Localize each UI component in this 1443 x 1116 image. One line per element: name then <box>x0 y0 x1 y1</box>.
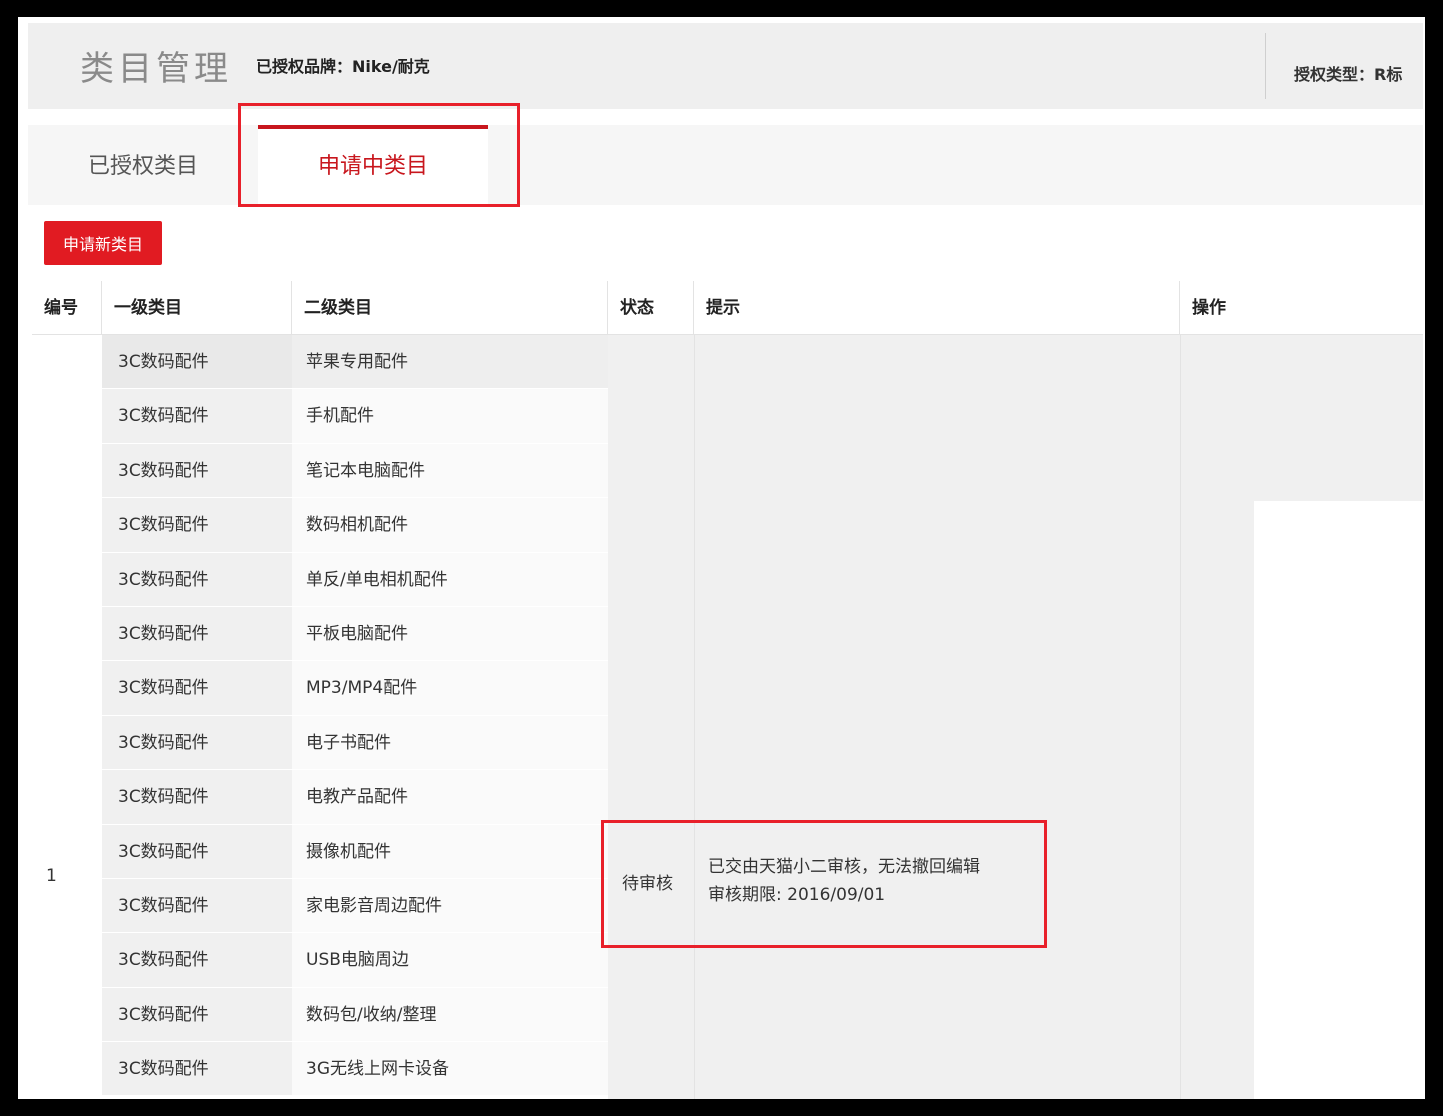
table-row: 3C数码配件 笔记本电脑配件 <box>102 443 608 499</box>
level1-category-cell: 3C数码配件 <box>102 770 292 824</box>
header-tip: 提示 <box>694 281 1180 335</box>
table-row: 3C数码配件 电教产品配件 <box>102 770 608 825</box>
table-row: 3C数码配件 平板电脑配件 <box>102 606 608 662</box>
tip-column-bg <box>694 335 1180 1099</box>
table-row: 3C数码配件 摄像机配件 <box>102 824 608 879</box>
header-status: 状态 <box>608 281 694 335</box>
level2-category-cell: 单反/单电相机配件 <box>306 569 448 590</box>
level2-category-cell: 摄像机配件 <box>306 841 391 862</box>
level2-category-cell: 家电影音周边配件 <box>306 895 442 916</box>
level1-category-cell: 3C数码配件 <box>102 661 292 715</box>
column-divider <box>1180 335 1181 1099</box>
table-row: 3C数码配件 单反/单电相机配件 <box>102 552 608 607</box>
table-row: 3C数码配件 苹果专用配件 <box>102 335 608 390</box>
header-level1-category: 一级类目 <box>102 281 292 335</box>
level1-category-cell: 3C数码配件 <box>102 878 292 933</box>
level1-category-cell: 3C数码配件 <box>102 933 292 987</box>
table-row: 3C数码配件 MP3/MP4配件 <box>102 661 608 716</box>
table-row: 3C数码配件 电子书配件 <box>102 715 608 771</box>
level1-category-cell: 3C数码配件 <box>102 389 292 443</box>
column-divider <box>694 335 695 1099</box>
table-row: 3C数码配件 手机配件 <box>102 389 608 444</box>
level2-category-cell: 笔记本电脑配件 <box>306 460 425 481</box>
row-id: 1 <box>46 866 57 886</box>
level1-category-cell: 3C数码配件 <box>102 1042 292 1096</box>
table-row: 3C数码配件 USB电脑周边 <box>102 933 608 988</box>
id-column-bg <box>32 335 102 1099</box>
table-row: 3C数码配件 3G无线上网卡设备 <box>102 1042 608 1097</box>
category-management-window: 类目管理 已授权品牌：Nike/耐克 授权类型：R标 已授权类目 申请中类目 申… <box>18 17 1425 1099</box>
status-column-bg <box>608 335 694 1099</box>
status-highlight-box <box>601 820 1047 948</box>
authorized-brand: 已授权品牌：Nike/耐克 <box>256 57 430 76</box>
table-header: 编号 一级类目 二级类目 状态 提示 操作 <box>32 281 1423 335</box>
level2-category-cell: 数码相机配件 <box>306 515 408 536</box>
table-row: 3C数码配件 数码相机配件 <box>102 498 608 553</box>
header-level2-category: 二级类目 <box>292 281 608 335</box>
operation-column-lower <box>1254 501 1423 1099</box>
level1-category-cell: 3C数码配件 <box>102 498 292 552</box>
header-divider <box>1265 33 1266 99</box>
tab-highlight-box <box>238 103 520 207</box>
level2-category-cell: 3G无线上网卡设备 <box>306 1059 449 1080</box>
category-table: 编号 一级类目 二级类目 状态 提示 操作 3C数码配件 苹果专用配件 3C数码配件… <box>32 281 1423 1099</box>
level1-category-cell: 3C数码配件 <box>102 715 292 770</box>
level2-category-cell: 手机配件 <box>306 406 374 427</box>
page-title: 类目管理 <box>80 49 232 89</box>
level1-category-cell: 3C数码配件 <box>102 824 292 878</box>
level2-category-cell: 数码包/收纳/整理 <box>306 1004 437 1025</box>
level1-category-cell: 3C数码配件 <box>102 606 292 661</box>
level1-category-cell: 3C数码配件 <box>102 987 292 1042</box>
level2-category-cell: 平板电脑配件 <box>306 623 408 644</box>
header-id: 编号 <box>32 281 102 335</box>
level1-category-cell: 3C数码配件 <box>102 552 292 606</box>
tab-authorized-categories[interactable]: 已授权类目 <box>58 125 228 205</box>
level2-category-cell: 电子书配件 <box>306 732 391 753</box>
level1-category-cell: 3C数码配件 <box>102 335 292 389</box>
table-row: 3C数码配件 家电影音周边配件 <box>102 878 608 934</box>
level1-category-cell: 3C数码配件 <box>102 443 292 498</box>
table-row: 3C数码配件 数码包/收纳/整理 <box>102 987 608 1043</box>
level2-category-cell: USB电脑周边 <box>306 950 409 971</box>
authorization-type: 授权类型：R标 <box>1294 65 1403 84</box>
apply-new-category-button[interactable]: 申请新类目 <box>44 221 162 265</box>
level2-category-cell: 苹果专用配件 <box>306 352 408 372</box>
level2-category-cell: 电教产品配件 <box>306 787 408 808</box>
category-rows: 3C数码配件 苹果专用配件 3C数码配件 手机配件 3C数码配件 笔记本电脑配件 3C数码配… <box>102 335 608 1097</box>
header-operation: 操作 <box>1192 298 1226 318</box>
page-header: 类目管理 已授权品牌：Nike/耐克 授权类型：R标 <box>28 23 1423 109</box>
level2-category-cell: MP3/MP4配件 <box>306 678 418 699</box>
